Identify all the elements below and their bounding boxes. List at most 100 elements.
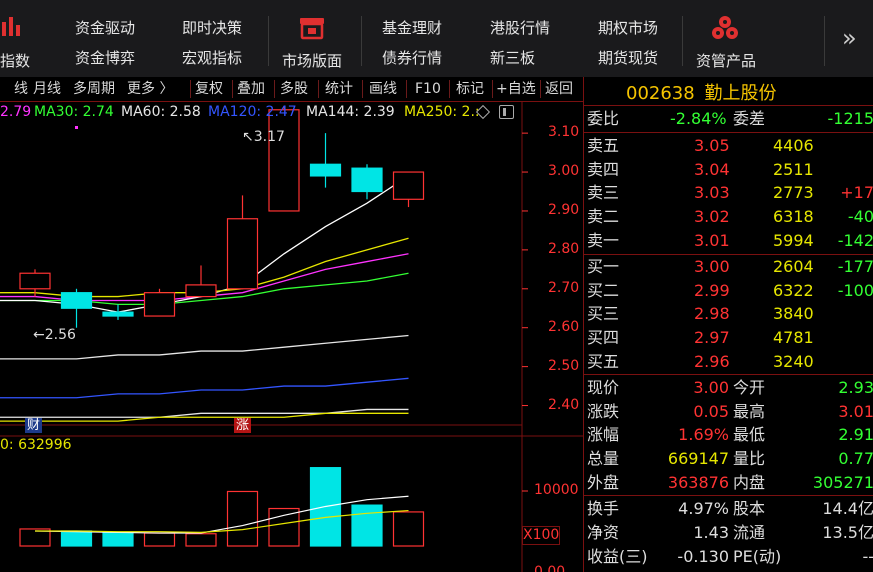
finance-marker[interactable]: 财 [25, 418, 43, 433]
candle-body[interactable] [392, 171, 425, 200]
nav-item-fund[interactable]: 基金理财 [382, 17, 442, 38]
toolbar-weekly[interactable]: 周线 [14, 77, 28, 101]
ma-legend-ma144: MA144: 2.39 [306, 104, 395, 120]
ask-row[interactable]: 卖五 3.05 4406 [584, 134, 873, 158]
nav-divider [268, 16, 269, 66]
bid-row[interactable]: 买三 2.98 3840 [584, 302, 873, 326]
nav-item-capital-drive[interactable]: 资金驱动 [75, 17, 135, 38]
nav-item-market-board[interactable]: 市场版面 [282, 50, 342, 71]
stat-label: 涨幅 [587, 425, 620, 445]
stat-value: 2.93 [838, 378, 873, 397]
toolbar-mark[interactable]: 标记 [456, 77, 484, 101]
ask-row[interactable]: 卖三 3.03 2773 +17 [584, 181, 873, 205]
candle-body[interactable] [143, 292, 176, 317]
stat-label: 内盘 [733, 472, 766, 492]
ask-row[interactable]: 卖一 3.01 5994 -142 [584, 229, 873, 253]
nav-more-chevron-icon[interactable]: » [842, 24, 857, 52]
volume-bar[interactable] [185, 533, 217, 547]
stock-header[interactable]: 002638 勤上股份 [626, 79, 776, 105]
ask-volume: 5994 [773, 230, 814, 250]
nav-item-hk-stock[interactable]: 港股行情 [490, 17, 550, 38]
weicha-label: 委差 [733, 109, 766, 128]
toolbar-divider [492, 80, 493, 98]
toolbar-monthly[interactable]: 月线 [33, 77, 61, 101]
bid-price: 2.98 [694, 304, 730, 324]
bid-change: -100 [837, 280, 873, 300]
bid-volume: 4781 [773, 328, 814, 348]
ask-price: 3.02 [694, 207, 730, 227]
toolbar-adjust[interactable]: 复权 [195, 77, 223, 101]
stat-value: 669147 [667, 449, 729, 469]
bid-price: 3.00 [694, 257, 730, 276]
candle-body[interactable] [226, 218, 259, 290]
stat-value: 305271 [812, 472, 873, 492]
asset-management-icon [712, 16, 738, 39]
volume-bar[interactable] [60, 530, 93, 547]
toolbar-f10[interactable]: F10 [415, 77, 441, 101]
stat-value: 363876 [667, 472, 729, 492]
kline-chart[interactable]: 2.79 MA30: 2.74 MA60: 2.58 MA120: 2.47 M… [0, 102, 583, 572]
ma120-line [0, 377, 409, 399]
nav-item-futures[interactable]: 期货现货 [598, 47, 658, 68]
bid-row[interactable]: 买一 3.00 2604 -177 [584, 255, 873, 279]
candle-body[interactable] [351, 167, 383, 193]
volume-bar[interactable] [143, 532, 176, 547]
nav-item-bond[interactable]: 债券行情 [382, 47, 442, 68]
candle-body[interactable] [19, 272, 51, 290]
candle-body[interactable] [309, 163, 342, 177]
volume-bar[interactable] [392, 511, 425, 547]
toolbar-multi-stock[interactable]: 多股 [280, 77, 308, 101]
candle-body[interactable] [268, 109, 300, 212]
weibi-value: -2.84% [670, 109, 727, 128]
toolbar-overlay[interactable]: 叠加 [237, 77, 265, 101]
candle-body[interactable] [185, 284, 217, 298]
fundamental-label: 净资 [587, 523, 620, 542]
volume-bar[interactable] [226, 490, 259, 547]
market-board-icon [300, 18, 324, 40]
volume-bar[interactable] [268, 507, 300, 547]
legend-collapse-icon[interactable] [499, 105, 514, 119]
toolbar-divider [232, 80, 233, 98]
nav-item-macro-index[interactable]: 宏观指标 [182, 47, 242, 68]
ma-legend-ma250: MA250: 2.: [404, 104, 480, 120]
ask-price: 3.01 [694, 230, 730, 250]
toolbar-draw-line[interactable]: 画线 [369, 77, 397, 101]
toolbar-back[interactable]: 返回 [545, 77, 573, 101]
fundamental-row: 换手 4.97% 股本 14.4亿 [584, 497, 873, 521]
bid-label: 买四 [587, 328, 620, 348]
panel-divider [584, 132, 873, 133]
toolbar-divider [449, 80, 450, 98]
toolbar-divider [540, 80, 541, 98]
volume-bar[interactable] [102, 531, 134, 547]
volume-axis-top-label: 10000 [534, 482, 579, 498]
volume-bar[interactable] [351, 504, 383, 547]
nav-item-index[interactable]: 指数 [0, 50, 30, 71]
fundamental-value: -- [862, 547, 873, 566]
toolbar-add-watchlist[interactable]: +自选 [496, 77, 536, 101]
nav-item-capital-game[interactable]: 资金博弈 [75, 47, 135, 68]
candle-body[interactable] [60, 292, 93, 309]
panel-divider [584, 374, 873, 375]
bid-row[interactable]: 买二 2.99 6322 -100 [584, 279, 873, 303]
stat-value: 3.01 [838, 401, 873, 421]
price-tick-label: 3.10 [548, 124, 580, 141]
toolbar-more[interactable]: 更多 〉 [127, 77, 173, 101]
ask-row[interactable]: 卖四 3.04 2511 [584, 158, 873, 182]
limit-up-marker[interactable]: 涨 [234, 418, 252, 433]
candle-body[interactable] [102, 311, 134, 317]
fundamental-row: 净资 1.43 流通 13.5亿 [584, 521, 873, 545]
ask-label: 卖二 [587, 207, 620, 227]
nav-item-instant-decision[interactable]: 即时决策 [182, 17, 242, 38]
bid-price: 2.99 [694, 280, 730, 300]
bid-row[interactable]: 买四 2.97 4781 [584, 326, 873, 350]
panel-divider [584, 495, 873, 496]
toolbar-statistics[interactable]: 统计 [325, 77, 353, 101]
bid-label: 买五 [587, 351, 620, 371]
ask-change: +17 [840, 183, 873, 203]
nav-item-asset-management[interactable]: 资管产品 [696, 50, 756, 71]
bid-row[interactable]: 买五 2.96 3240 [584, 350, 873, 374]
nav-item-neeq[interactable]: 新三板 [490, 47, 535, 68]
ask-row[interactable]: 卖二 3.02 6318 -40 [584, 205, 873, 229]
toolbar-multi-period[interactable]: 多周期 [73, 77, 115, 101]
nav-item-options[interactable]: 期权市场 [598, 17, 658, 38]
